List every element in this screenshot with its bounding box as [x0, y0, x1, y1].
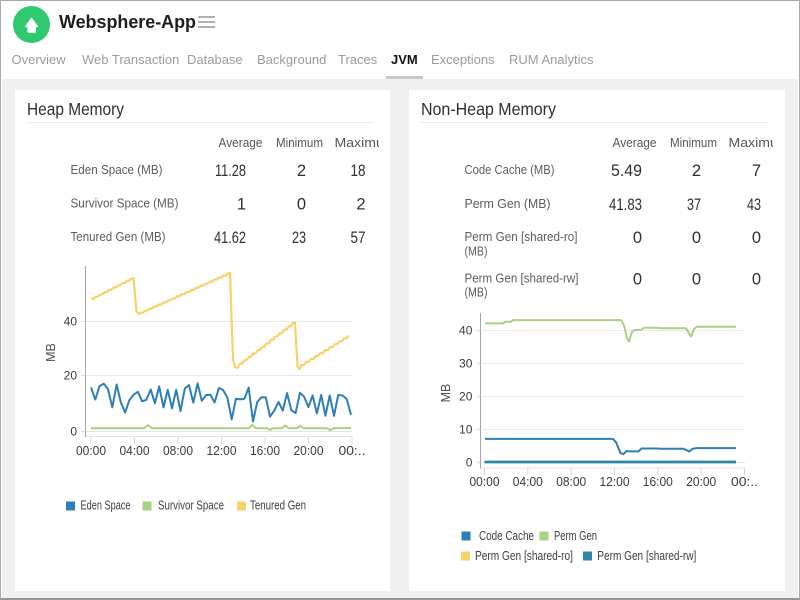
svg-text:0: 0	[297, 196, 306, 214]
svg-text:20:00: 20:00	[294, 444, 324, 458]
svg-text:04:00: 04:00	[513, 475, 543, 489]
svg-text:2: 2	[297, 162, 306, 180]
svg-text:23: 23	[292, 229, 306, 247]
svg-text:Maximum: Maximum	[729, 135, 786, 150]
svg-text:7: 7	[752, 162, 761, 180]
svg-text:43: 43	[747, 196, 761, 214]
svg-text:Perm Gen [shared-ro]: Perm Gen [shared-ro]	[475, 549, 573, 563]
svg-text:04:00: 04:00	[120, 444, 150, 458]
svg-text:37: 37	[687, 196, 701, 214]
svg-text:Websphere-App: Websphere-App	[59, 11, 196, 32]
svg-text:0: 0	[692, 271, 701, 289]
svg-text:Perm Gen [shared-rw]: Perm Gen [shared-rw]	[597, 549, 696, 563]
svg-text:20: 20	[64, 369, 78, 383]
svg-text:08:00: 08:00	[163, 444, 193, 458]
svg-text:10: 10	[459, 423, 473, 437]
svg-text:Survivor Space (MB): Survivor Space (MB)	[71, 196, 179, 211]
svg-text:16:00: 16:00	[643, 475, 673, 489]
svg-text:00:..: 00:..	[339, 444, 366, 458]
svg-text:Perm Gen [shared-ro]: Perm Gen [shared-ro]	[465, 229, 578, 244]
svg-text:0: 0	[692, 229, 701, 247]
svg-text:Minimum: Minimum	[670, 135, 717, 150]
svg-text:2: 2	[356, 196, 365, 214]
svg-text:5.49: 5.49	[611, 162, 642, 180]
svg-text:Minimum: Minimum	[276, 135, 323, 150]
svg-text:Perm Gen (MB): Perm Gen (MB)	[465, 196, 551, 211]
svg-text:Average: Average	[613, 135, 657, 150]
svg-text:Average: Average	[219, 135, 263, 150]
svg-text:0: 0	[466, 456, 473, 470]
svg-text:41.62: 41.62	[214, 229, 246, 247]
svg-text:20: 20	[459, 390, 473, 404]
svg-text:Perm Gen: Perm Gen	[554, 529, 597, 543]
svg-text:Heap Memory: Heap Memory	[27, 99, 124, 119]
svg-text:0: 0	[633, 271, 642, 289]
svg-text:Code Cache (MB): Code Cache (MB)	[465, 162, 555, 177]
svg-text:00:..: 00:..	[731, 475, 758, 489]
svg-text:08:00: 08:00	[556, 475, 586, 489]
svg-text:(MB): (MB)	[465, 244, 488, 259]
svg-text:0: 0	[70, 425, 77, 439]
svg-text:20:00: 20:00	[686, 475, 716, 489]
svg-text:00:00: 00:00	[470, 475, 500, 489]
svg-text:Maximum: Maximum	[335, 135, 391, 150]
svg-text:41.83: 41.83	[609, 196, 642, 214]
svg-text:1: 1	[237, 196, 246, 214]
svg-text:00:00: 00:00	[76, 444, 106, 458]
svg-text:11.28: 11.28	[215, 162, 246, 180]
svg-text:MB: MB	[44, 343, 58, 362]
svg-text:Survivor Space: Survivor Space	[158, 499, 224, 513]
svg-text:40: 40	[459, 324, 473, 338]
svg-text:Non-Heap Memory: Non-Heap Memory	[421, 99, 556, 119]
svg-text:(MB): (MB)	[465, 285, 488, 300]
svg-text:Tenured Gen (MB): Tenured Gen (MB)	[71, 229, 166, 244]
svg-text:MB: MB	[439, 384, 453, 403]
svg-text:40: 40	[64, 315, 78, 329]
svg-text:Code Cache: Code Cache	[479, 529, 534, 543]
svg-text:18: 18	[351, 162, 366, 180]
svg-text:Eden Space (MB): Eden Space (MB)	[71, 162, 163, 177]
svg-text:0: 0	[752, 271, 761, 289]
svg-text:2: 2	[692, 162, 701, 180]
svg-text:Perm Gen [shared-rw]: Perm Gen [shared-rw]	[465, 271, 579, 286]
svg-text:30: 30	[459, 357, 473, 371]
svg-text:57: 57	[351, 229, 366, 247]
svg-text:Tenured Gen: Tenured Gen	[250, 499, 306, 513]
svg-text:12:00: 12:00	[207, 444, 237, 458]
svg-text:16:00: 16:00	[250, 444, 280, 458]
svg-text:Eden Space: Eden Space	[81, 499, 131, 513]
svg-text:12:00: 12:00	[600, 475, 630, 489]
svg-text:0: 0	[633, 229, 642, 247]
svg-text:0: 0	[752, 229, 761, 247]
